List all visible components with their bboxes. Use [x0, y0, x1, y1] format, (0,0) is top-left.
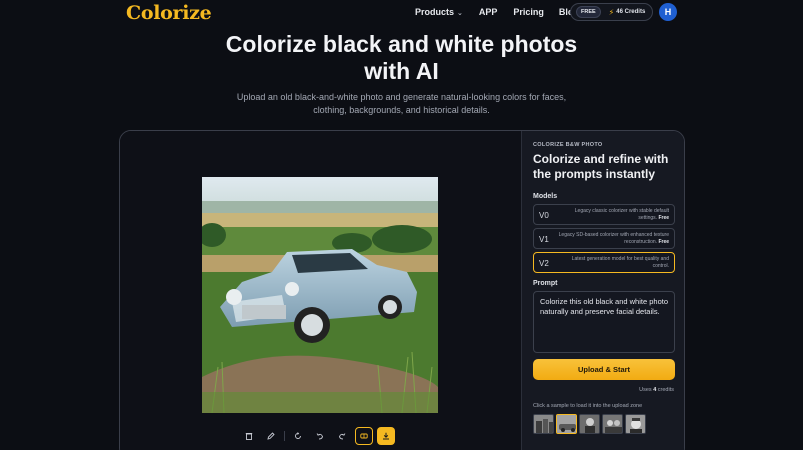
prompt-label: Prompt [533, 280, 558, 287]
sample-thumbnail[interactable] [579, 414, 600, 434]
sample-hint: Click a sample to load it into the uploa… [533, 403, 643, 409]
uses-prefix: Uses [639, 387, 654, 393]
editor-panel: COLORIZE B&W PHOTO Colorize and refine w… [119, 130, 685, 450]
sample-thumbnails [533, 414, 646, 434]
undo-icon[interactable] [311, 427, 329, 445]
rotate-icon[interactable] [289, 427, 307, 445]
sample-thumbnail-selected[interactable] [556, 414, 577, 434]
nav-pricing[interactable]: Pricing [513, 7, 544, 17]
page-subtitle-line2: clothing, backgrounds, and historical de… [313, 105, 490, 115]
model-option-v0[interactable]: V0 Legacy classic colorizer with stable … [533, 204, 675, 225]
models-label: Models [533, 193, 558, 200]
settings-sidebar: COLORIZE B&W PHOTO Colorize and refine w… [521, 131, 684, 450]
model-version: V2 [539, 259, 549, 268]
model-tag: Free [658, 215, 669, 221]
section-title: Colorize and refine with the prompts ins… [533, 152, 669, 181]
model-desc-text: Latest generation model for best quality… [571, 256, 669, 269]
nav-app[interactable]: APP [479, 7, 498, 17]
model-version: V0 [539, 211, 549, 220]
page-subtitle: Upload an old black-and-white photo and … [0, 91, 803, 117]
model-version: V1 [539, 235, 549, 244]
model-desc-text: Legacy classic colorizer with stable def… [574, 208, 669, 221]
page-title-line1: Colorize black and white photos [225, 31, 578, 57]
model-description: Legacy SD-based colorizer with enhanced … [557, 232, 669, 246]
model-desc-text: Legacy SD-based colorizer with enhanced … [558, 232, 669, 245]
download-icon[interactable] [377, 427, 395, 445]
nav-links: Products ⌄ APP Pricing Blog [415, 7, 579, 17]
section-kicker: COLORIZE B&W PHOTO [533, 142, 603, 148]
compare-icon[interactable] [355, 427, 373, 445]
model-option-v1[interactable]: V1 Legacy SD-based colorizer with enhanc… [533, 228, 675, 249]
avatar[interactable]: H [659, 3, 677, 21]
result-photo[interactable] [202, 177, 438, 413]
top-nav: Colorize Products ⌄ APP Pricing Blog FREE… [0, 0, 803, 26]
nav-products-label: Products [415, 7, 455, 17]
free-badge: FREE [576, 6, 601, 18]
canvas-area [120, 131, 521, 450]
credits-pill[interactable]: FREE ⚡ 46 Credits [570, 3, 653, 21]
upload-start-button[interactable]: Upload & Start [533, 359, 675, 380]
logo[interactable]: Colorize [126, 2, 212, 24]
model-description: Legacy classic colorizer with stable def… [557, 208, 669, 222]
prompt-textarea[interactable]: Colorize this old black and white photo … [533, 291, 675, 353]
page-subtitle-line1: Upload an old black-and-white photo and … [236, 92, 567, 102]
chevron-down-icon: ⌄ [457, 10, 463, 17]
credits-usage: Uses 4 credits [639, 387, 674, 393]
uses-suffix: credits [656, 387, 674, 393]
model-option-v2[interactable]: V2 Latest generation model for best qual… [533, 252, 675, 273]
bolt-icon: ⚡ [608, 7, 615, 17]
model-description: Latest generation model for best quality… [557, 256, 669, 270]
credits-count: 46 Credits [616, 9, 646, 15]
pencil-icon[interactable] [262, 427, 280, 445]
nav-products[interactable]: Products ⌄ [415, 7, 463, 17]
image-toolbar [240, 426, 404, 446]
sample-thumbnail[interactable] [625, 414, 646, 434]
page-title: Colorize black and white photos with AI [0, 31, 803, 85]
trash-icon[interactable] [240, 427, 258, 445]
sample-thumbnail[interactable] [533, 414, 554, 434]
vintage-car-photo [202, 177, 438, 413]
model-tag: Free [658, 239, 669, 245]
page-title-line2: with AI [364, 58, 439, 84]
sample-thumbnail[interactable] [602, 414, 623, 434]
redo-icon[interactable] [333, 427, 351, 445]
toolbar-divider [284, 431, 285, 441]
